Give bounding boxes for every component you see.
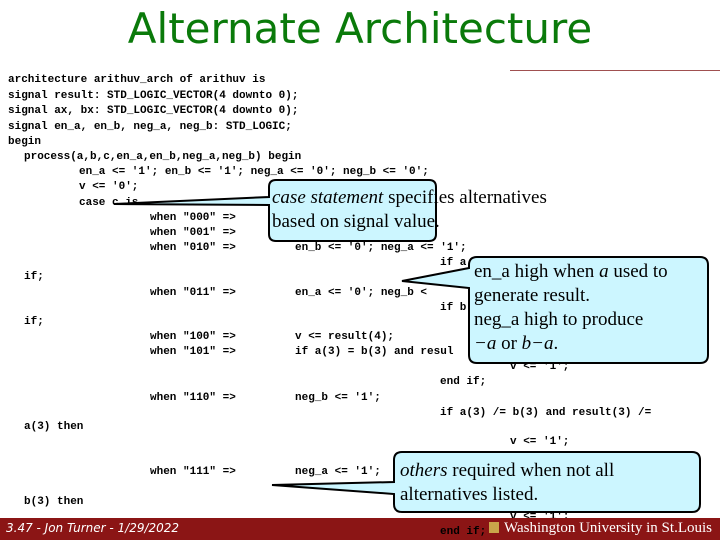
callout-others-text: others required when not all alternative…: [400, 459, 614, 507]
callout-emphasis: b−a: [521, 333, 554, 354]
callout-text: specifies alternatives: [383, 187, 547, 208]
callout-text: alternatives listed.: [400, 484, 539, 505]
callout-text: neg_a high to produce: [474, 309, 644, 330]
callout-text: or: [496, 333, 522, 354]
footer-logo: Washington University in St.Louis: [489, 520, 712, 537]
callout-text: required when not all: [447, 460, 615, 481]
university-shield-icon: [489, 522, 500, 533]
callout-text: en_a high when: [474, 261, 600, 282]
callout-emphasis: a: [599, 261, 609, 282]
footer-slide-info: 3.47 - Jon Turner - 1/29/2022: [6, 521, 180, 535]
code-line-overlay: end if;: [440, 526, 487, 538]
university-name: Washington University in St.Louis: [504, 520, 712, 536]
callout-emphasis: −a: [474, 333, 497, 354]
callout-text: used to: [608, 261, 668, 282]
callout-en-a-text: en_a high when a used to generate result…: [474, 260, 668, 356]
callout-case-text: case statement specifies alternatives ba…: [272, 186, 547, 234]
callout-emphasis: others: [400, 460, 448, 481]
callout-text: generate result.: [474, 285, 591, 306]
footer-bar: 3.47 - Jon Turner - 1/29/2022 Washington…: [0, 518, 720, 540]
callout-text: based on signal value.: [272, 211, 440, 232]
callout-emphasis: case statement: [272, 187, 384, 208]
callout-text: .: [553, 333, 559, 354]
